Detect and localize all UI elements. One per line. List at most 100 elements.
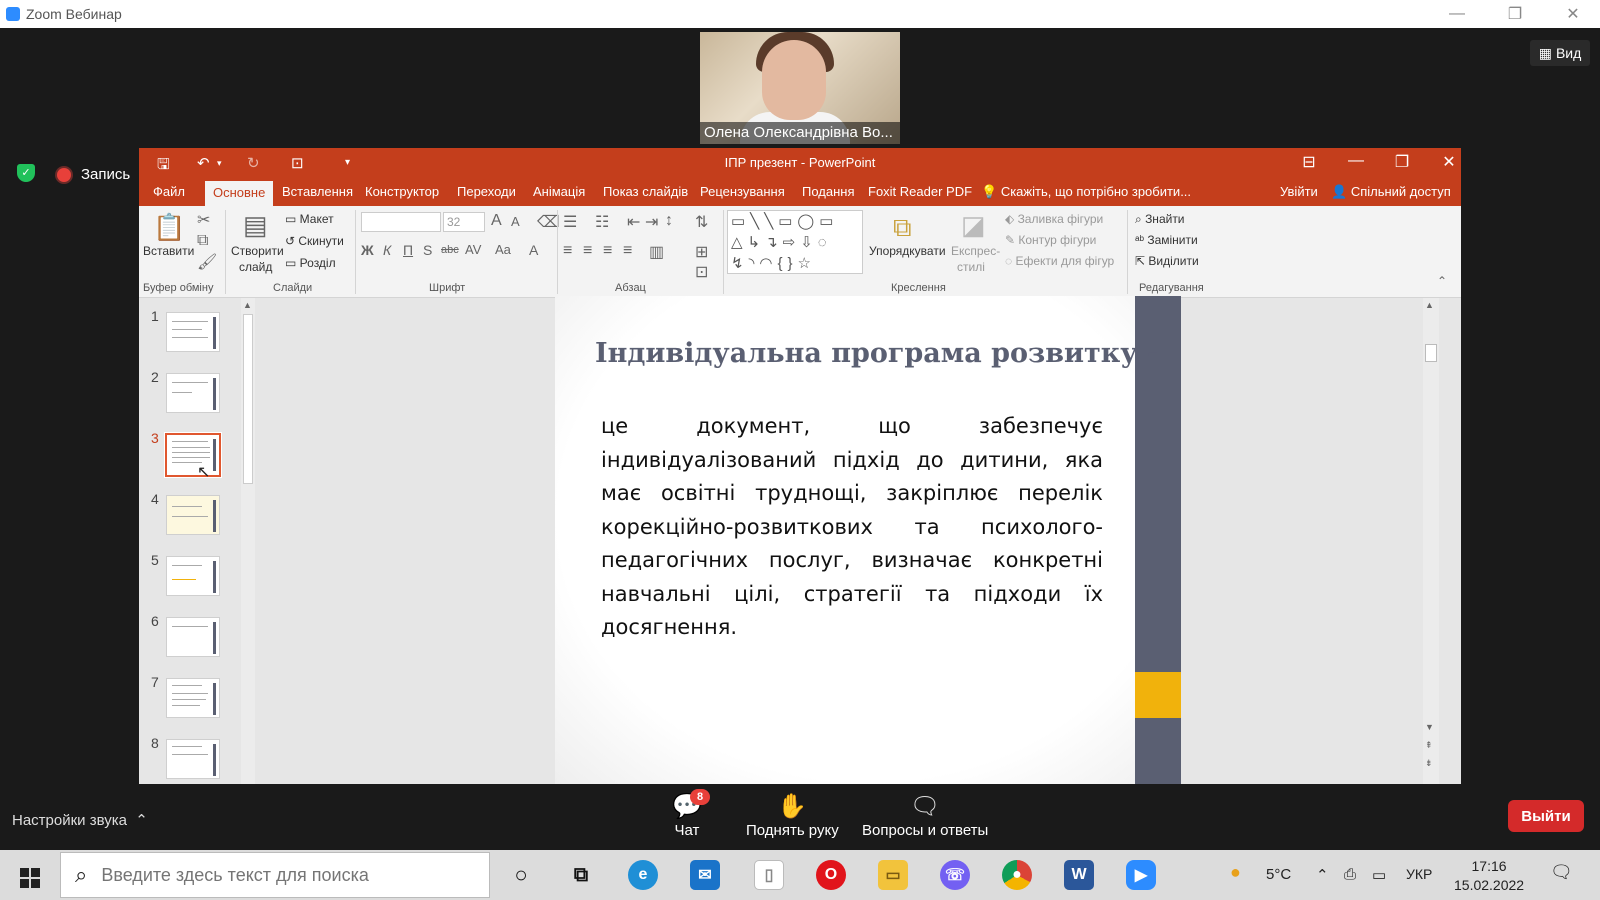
raise-hand-button[interactable]: ✋ Поднять руку [746, 792, 839, 839]
view-button[interactable]: ▦ Вид [1530, 40, 1590, 66]
shape-effects-button[interactable]: ◌ Ефекти для фігур [1005, 254, 1114, 268]
justify-icon[interactable]: ≡ [623, 242, 632, 260]
shape-fill-button[interactable]: ⬖ Заливка фігури [1005, 212, 1103, 226]
grow-font-icon[interactable]: A [491, 212, 502, 230]
mail-icon[interactable]: ✉ [690, 860, 720, 890]
close-icon[interactable]: ✕ [1548, 0, 1598, 28]
strikethrough-icon[interactable]: abc [441, 244, 459, 256]
scroll-up-icon[interactable]: ▲ [243, 300, 252, 310]
italic-icon[interactable]: К [383, 242, 391, 258]
bold-icon[interactable]: Ж [361, 242, 374, 258]
task-view-icon[interactable]: ⧉ [566, 860, 596, 890]
qa-button[interactable]: 🗨 Вопросы и ответы [862, 792, 988, 839]
new-slide-icon[interactable]: ▤ [243, 210, 268, 241]
slide-thumbnail[interactable] [166, 495, 220, 535]
slide-scroll-handle[interactable] [1425, 344, 1437, 362]
reset-button[interactable]: ↺ Скинути [285, 234, 344, 248]
ribbon-display-icon[interactable]: ⊟ [1289, 152, 1329, 172]
battery-icon[interactable]: ▭ [1372, 866, 1386, 884]
new-slide-label-1[interactable]: Створити [231, 244, 284, 258]
security-shield-icon[interactable]: ✓ [17, 164, 35, 182]
arrange-button[interactable]: Упорядкувати [869, 244, 946, 258]
tab-insert[interactable]: Вставлення [282, 184, 353, 199]
language-indicator[interactable]: УКР [1406, 866, 1432, 882]
slide-scrollbar[interactable]: ▲ ▼ ⇞ ⇟ [1423, 298, 1439, 784]
tab-design[interactable]: Конструктор [365, 184, 439, 199]
increase-indent-icon[interactable]: ⇥ [645, 212, 658, 232]
columns-icon[interactable]: ▥ [649, 242, 664, 262]
align-left-icon[interactable]: ≡ [563, 242, 572, 260]
shrink-font-icon[interactable]: A [511, 214, 520, 229]
cortana-icon[interactable]: ○ [506, 860, 536, 890]
layout-button[interactable]: ▭ Макет [285, 212, 334, 226]
slide-thumbnail[interactable] [166, 556, 220, 596]
previous-slide-icon[interactable]: ⇞ [1425, 740, 1433, 751]
thumbnails-scrollbar[interactable]: ▲ [241, 298, 255, 784]
font-size-input[interactable]: 32 [443, 212, 485, 232]
zoom-taskbar-icon[interactable]: ▶ [1126, 860, 1156, 890]
cut-icon[interactable]: ✂ [197, 210, 210, 230]
numbering-icon[interactable]: ☷ [595, 212, 609, 232]
format-painter-icon[interactable]: 🖌 [197, 252, 217, 272]
slide-title[interactable]: Індивідуальна програма розвитку - [595, 338, 1158, 369]
edge-icon[interactable]: e [628, 860, 658, 890]
tab-view[interactable]: Подання [802, 184, 855, 199]
shape-outline-button[interactable]: ✎ Контур фігури [1005, 233, 1096, 247]
quick-styles-icon[interactable]: ◪ [961, 210, 986, 241]
viber-icon[interactable]: ☏ [940, 860, 970, 890]
word-icon[interactable]: W [1064, 860, 1094, 890]
ppt-close-icon[interactable]: ✕ [1429, 152, 1461, 172]
underline-icon[interactable]: П [403, 242, 413, 258]
current-slide[interactable]: Індивідуальна програма розвитку - це док… [555, 296, 1181, 784]
restore-icon[interactable]: ❐ [1490, 0, 1540, 28]
opera-icon[interactable]: O [816, 860, 846, 890]
tab-file[interactable]: Файл [153, 184, 185, 199]
select-button[interactable]: ⇱ Виділити [1135, 254, 1199, 268]
tab-animations[interactable]: Анімація [533, 184, 585, 199]
paste-icon[interactable]: 📋 [153, 212, 185, 243]
taskbar-search[interactable]: ⌕ [60, 852, 490, 898]
decrease-indent-icon[interactable]: ⇤ [627, 212, 640, 232]
change-case-icon[interactable]: Aa [495, 242, 511, 257]
align-right-icon[interactable]: ≡ [603, 242, 612, 260]
weather-icon[interactable]: ● [1230, 862, 1241, 883]
next-slide-icon[interactable]: ⇟ [1425, 758, 1433, 769]
section-button[interactable]: ▭ Розділ [285, 256, 336, 270]
slide-thumbnail-selected[interactable] [164, 432, 222, 478]
windows-start-icon[interactable] [20, 868, 40, 888]
scroll-up-icon[interactable]: ▲ [1425, 300, 1434, 310]
signin-link[interactable]: Увійти [1280, 184, 1318, 199]
align-text-icon[interactable]: ⊞ [695, 242, 708, 262]
replace-button[interactable]: ᵃᵇ Замінити [1135, 233, 1198, 247]
spacing-icon[interactable]: AV [465, 242, 481, 257]
new-slide-label-2[interactable]: слайд [239, 260, 272, 274]
minimize-icon[interactable]: — [1432, 0, 1482, 28]
font-name-input[interactable] [361, 212, 441, 232]
scroll-down-icon[interactable]: ▼ [1425, 722, 1434, 732]
smartart-icon[interactable]: ⊡ [695, 262, 708, 282]
shapes-gallery[interactable]: ▭╲╲▭◯▭ △↳↴⇨⇩◌ ↯◝◠{}☆ [727, 210, 863, 274]
find-button[interactable]: ⌕ Знайти [1135, 212, 1185, 227]
copy-icon[interactable]: ⧉ [197, 232, 208, 250]
font-color-icon[interactable]: A [529, 242, 538, 258]
tab-transitions[interactable]: Переходи [457, 184, 516, 199]
bullets-icon[interactable]: ☰ [563, 212, 577, 232]
slide-thumbnail[interactable] [166, 678, 220, 718]
tab-home[interactable]: Основне [205, 181, 274, 206]
slide-body-text[interactable]: це документ, що забезпечує індивідуалізо… [601, 410, 1103, 645]
tray-chevron-icon[interactable]: ⌃ [1316, 866, 1329, 884]
paste-button[interactable]: Вставити [143, 244, 194, 258]
tell-me-search[interactable]: 💡 Скажіть, що потрібно зробити... [981, 184, 1191, 200]
tab-slideshow[interactable]: Показ слайдів [603, 184, 688, 199]
tab-foxit[interactable]: Foxit Reader PDF [868, 184, 972, 199]
quick-styles-label-1[interactable]: Експрес- [951, 244, 1000, 258]
line-spacing-icon[interactable]: ↕ [665, 212, 673, 230]
taskbar-search-input[interactable] [101, 864, 462, 886]
notifications-icon[interactable]: 🗨 [1550, 862, 1573, 883]
slide-thumbnail[interactable] [166, 312, 220, 352]
file-explorer-icon[interactable]: ▭ [878, 860, 908, 890]
quick-styles-label-2[interactable]: стилі [957, 260, 985, 274]
tab-review[interactable]: Рецензування [700, 184, 785, 199]
chrome-icon[interactable]: ● [1002, 860, 1032, 890]
slide-thumbnail[interactable] [166, 739, 220, 779]
